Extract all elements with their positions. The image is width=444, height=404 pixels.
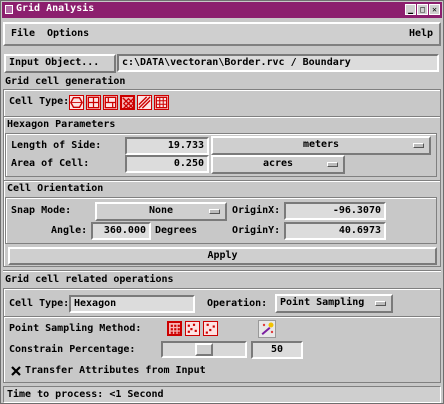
transfer-attributes-label: Transfer Attributes from Input: [25, 365, 206, 376]
magic-wand-icon: [261, 322, 274, 335]
constrain-percentage-field[interactable]: 50: [251, 341, 303, 359]
ops-cell-type-label: Cell Type:: [9, 298, 70, 309]
constrain-percentage-slider[interactable]: [161, 341, 247, 358]
close-button[interactable]: ✕: [429, 4, 440, 15]
dropdown-arrow-icon: [413, 143, 424, 148]
operations-section-title: Grid cell related operations: [5, 274, 174, 285]
ops-cell-type-field: Hexagon: [69, 295, 195, 313]
input-object-button[interactable]: Input Object...: [4, 54, 116, 73]
cell-type-label: Cell Type:: [9, 96, 70, 107]
originy-field[interactable]: 40.6973: [284, 222, 386, 240]
area-unit-value: acres: [262, 158, 294, 169]
angle-field[interactable]: 360.000: [91, 222, 151, 240]
slider-thumb[interactable]: [195, 343, 213, 356]
menu-options[interactable]: Options: [47, 28, 89, 39]
cell-type-diagonal-lines-button[interactable]: [137, 95, 152, 110]
constrain-percentage-label: Constrain Percentage:: [9, 344, 136, 355]
cell-type-toolbar: [69, 95, 229, 113]
generation-section-title: Grid cell generation: [5, 76, 126, 87]
length-of-side-field[interactable]: 19.733: [125, 137, 209, 155]
divider: [4, 180, 440, 182]
cell-type-rectangle-grid-button[interactable]: [103, 95, 118, 110]
operation-label: Operation:: [207, 298, 268, 309]
input-object-path: c:\DATA\vectoran\Border.rvc / Boundary: [117, 54, 439, 72]
apply-button[interactable]: Apply: [8, 247, 437, 265]
title-bar[interactable]: Grid Analysis ▁ □ ✕: [2, 2, 442, 18]
divider: [3, 270, 441, 272]
divider: [4, 316, 440, 318]
snap-mode-value: None: [148, 205, 174, 216]
dropdown-arrow-icon: [327, 162, 338, 167]
area-of-cell-field[interactable]: 0.250: [125, 155, 209, 173]
menu-help[interactable]: Help: [409, 28, 433, 39]
menu-file[interactable]: File: [11, 28, 35, 39]
maximize-button[interactable]: □: [417, 4, 428, 15]
regular-points-icon: [170, 324, 180, 334]
hexagon-parameters-title: Hexagon Parameters: [7, 119, 116, 130]
angle-unit-label: Degrees: [155, 225, 198, 236]
length-unit-dropdown[interactable]: meters: [211, 136, 431, 155]
hexagon-icon: [70, 97, 83, 108]
sampling-method-label: Point Sampling Method:: [9, 323, 142, 334]
cell-type-diamond-button[interactable]: [120, 95, 135, 110]
system-menu-icon[interactable]: [5, 5, 13, 14]
snap-mode-label: Snap Mode:: [11, 205, 72, 216]
sampling-method-toolbar: [167, 321, 227, 339]
cell-type-dense-grid-button[interactable]: [154, 95, 169, 110]
wizard-button[interactable]: [258, 320, 276, 338]
originx-field[interactable]: -96.3070: [284, 202, 386, 220]
window-title: Grid Analysis: [16, 3, 95, 14]
divider: [4, 116, 440, 118]
sampling-scattered-points-button[interactable]: [203, 321, 218, 336]
square-grid-icon: [87, 96, 100, 109]
length-of-side-label: Length of Side:: [11, 140, 102, 151]
area-unit-dropdown[interactable]: acres: [211, 155, 345, 174]
dropdown-arrow-icon: [209, 209, 220, 214]
sampling-random-points-button[interactable]: [185, 321, 200, 336]
area-of-cell-label: Area of Cell:: [11, 158, 90, 169]
random-points-icon: [187, 323, 197, 333]
cell-type-square-grid-button[interactable]: [86, 95, 101, 110]
sampling-regular-points-button[interactable]: [167, 321, 182, 336]
diagonal-lines-icon: [138, 96, 151, 109]
diamond-icon: [122, 97, 135, 110]
checkbox-checked-icon: [11, 366, 21, 376]
status-bar: Time to process: <1 Second: [3, 386, 441, 403]
originx-label: OriginX:: [232, 205, 281, 216]
length-unit-value: meters: [302, 139, 340, 150]
snap-mode-dropdown[interactable]: None: [95, 202, 227, 221]
scattered-points-icon: [205, 323, 215, 334]
rectangle-grid-icon: [104, 96, 117, 109]
angle-label: Angle:: [51, 225, 88, 236]
transfer-attributes-checkbox[interactable]: [11, 366, 21, 376]
originy-label: OriginY:: [232, 225, 281, 236]
menu-bar: File Options Help: [3, 22, 441, 46]
minimize-button[interactable]: ▁: [405, 4, 416, 15]
operation-value: Point Sampling: [280, 297, 365, 308]
cell-type-hexagon-button[interactable]: [69, 95, 84, 110]
cell-orientation-title: Cell Orientation: [7, 183, 104, 194]
operation-dropdown[interactable]: Point Sampling: [275, 294, 393, 313]
dropdown-arrow-icon: [375, 301, 386, 306]
dense-grid-icon: [155, 96, 168, 109]
grid-analysis-window: Grid Analysis ▁ □ ✕ File Options Help In…: [0, 0, 444, 404]
